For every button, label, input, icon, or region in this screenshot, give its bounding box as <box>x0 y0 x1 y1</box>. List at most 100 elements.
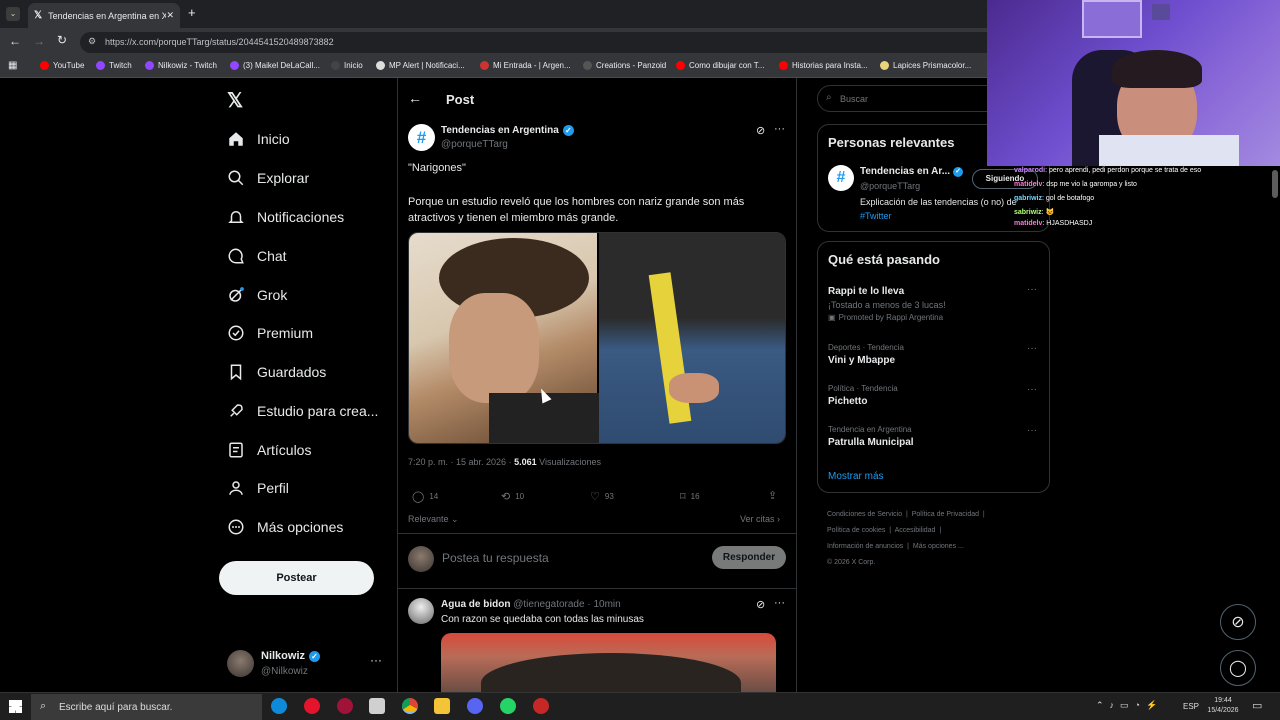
reply-input[interactable]: Postea tu respuesta <box>442 551 549 565</box>
back-arrow-icon[interactable]: ← <box>408 90 422 106</box>
footer-link[interactable]: Más opciones ... <box>913 543 964 550</box>
bookmark-mi-entrada[interactable]: Mi Entrada - | Argen... <box>480 61 571 70</box>
media-image-face[interactable] <box>409 233 599 443</box>
relevant-name[interactable]: Tendencias en Ar... <box>860 166 950 177</box>
post-media[interactable] <box>408 232 786 444</box>
bookmark-historias[interactable]: Historias para Insta... <box>779 61 868 70</box>
browser-tab[interactable]: 𝕏 Tendencias en Argentina en X: " ✕ <box>28 3 180 28</box>
clock[interactable]: 19:44 15/4/2026 <box>1205 696 1241 716</box>
sidebar-item-guardados[interactable]: Guardados <box>226 360 326 384</box>
sidebar-item-explorar[interactable]: Explorar <box>226 166 309 190</box>
bookmark-twitch[interactable]: Twitch <box>96 61 132 70</box>
chrome-icon[interactable] <box>402 698 418 714</box>
reply-author-handle[interactable]: @tienegatorade <box>513 599 584 610</box>
taskbar-search[interactable]: ⌕ Escribe aquí para buscar. <box>31 694 262 720</box>
account-switcher[interactable]: Nilkowiz ✓ @Nilkowiz ··· <box>227 649 387 679</box>
reply-time[interactable]: 10min <box>593 599 620 610</box>
system-tray-icons[interactable]: ⌃♪▭◔⚡ <box>1096 700 1163 711</box>
reply-media[interactable] <box>441 633 776 692</box>
more-dots-icon[interactable]: ··· <box>1027 284 1037 295</box>
sort-replies-dropdown[interactable]: Relevante ⌄ <box>408 514 459 525</box>
messages-fab[interactable]: ◯ <box>1220 650 1256 686</box>
bookmark-lapices[interactable]: Lapices Prismacolor... <box>880 61 971 70</box>
bookmark-action[interactable]: ⌑ 16 <box>680 490 700 503</box>
sidebar-item-articulos[interactable]: Artículos <box>226 438 311 462</box>
edge-icon[interactable] <box>271 698 287 714</box>
opera-gx-icon[interactable] <box>337 698 353 714</box>
tab-list-icon[interactable]: ⌄ <box>6 7 20 21</box>
scrollbar[interactable] <box>1272 166 1278 692</box>
footer-link[interactable]: Información de anuncios <box>827 543 903 550</box>
view-quotes-link[interactable]: Ver citas › <box>740 514 780 524</box>
grok-explain-icon[interactable]: ⊘ <box>756 124 765 137</box>
bookmark-mp-alert[interactable]: MP Alert | Notificaci... <box>376 61 465 70</box>
footer-link[interactable]: Condiciones de Servicio <box>827 511 902 518</box>
more-dots-icon[interactable]: ··· <box>1027 343 1037 354</box>
new-tab-button[interactable]: + <box>188 5 196 20</box>
store-icon[interactable] <box>369 698 385 714</box>
sidebar-item-estudio[interactable]: Estudio para crea... <box>226 399 378 423</box>
repost-action[interactable]: ⟲ 10 <box>501 490 524 503</box>
bookmark-dibujar[interactable]: Como dibujar con T... <box>676 61 764 70</box>
more-dots-icon[interactable]: ··· <box>774 123 785 135</box>
bookmark-panzoid[interactable]: Creations - Panzoid <box>583 61 666 70</box>
site-info-icon[interactable]: ⚙ <box>88 36 96 47</box>
more-dots-icon[interactable]: ··· <box>774 597 785 609</box>
x-logo-icon[interactable]: 𝕏 <box>227 88 243 113</box>
more-dots-icon[interactable]: ··· <box>370 653 382 667</box>
post-author-name[interactable]: Tendencias en Argentina <box>441 125 559 136</box>
like-action[interactable]: ♡ 93 <box>590 490 614 503</box>
sidebar-item-inicio[interactable]: Inicio <box>226 127 290 151</box>
sidebar-item-chat[interactable]: Chat <box>226 244 287 268</box>
footer-link[interactable]: Política de cookies <box>827 527 885 534</box>
trend-item[interactable]: Deportes · Tendencia Vini y Mbappe <box>828 343 904 366</box>
show-more-link[interactable]: Mostrar más <box>828 471 884 482</box>
grok-explain-icon[interactable]: ⊘ <box>756 598 765 611</box>
bookmark-inicio[interactable]: Inicio <box>331 61 363 70</box>
relevant-handle[interactable]: @porqueTTarg <box>860 181 920 191</box>
post-timestamp[interactable]: 7:20 p. m. · 15 abr. 2026 · <box>408 457 512 467</box>
footer-link[interactable]: Política de Privacidad <box>912 511 979 518</box>
sidebar-item-premium[interactable]: Premium <box>226 321 313 345</box>
reload-icon[interactable]: ↻ <box>57 33 67 47</box>
sidebar-item-grok[interactable]: Grok <box>226 283 287 307</box>
scrollbar-thumb[interactable] <box>1272 170 1278 198</box>
trend-item[interactable]: Tendencia en Argentina Patrulla Municipal <box>828 425 914 448</box>
opera-icon[interactable] <box>304 698 320 714</box>
sidebar-item-notificaciones[interactable]: Notificaciones <box>226 205 344 229</box>
media-image-tape[interactable] <box>599 233 785 443</box>
relevant-hashtag[interactable]: #Twitter <box>860 211 892 221</box>
relevant-avatar[interactable]: # <box>828 165 854 191</box>
url-field[interactable]: ⚙ https://x.com/porqueTTarg/status/20445… <box>80 32 1000 53</box>
back-icon[interactable]: ← <box>9 34 21 48</box>
close-tab-icon[interactable]: ✕ <box>166 10 174 21</box>
more-dots-icon[interactable]: ··· <box>1027 425 1037 436</box>
trend-item[interactable]: Rappi te lo lleva ¡Tostado a menos de 3 … <box>828 286 1040 322</box>
post-button[interactable]: Postear <box>219 561 374 595</box>
reply-author-name[interactable]: Agua de bidon <box>441 599 510 610</box>
language-indicator[interactable]: ESP <box>1183 702 1199 711</box>
bookmark-twitch-channel[interactable]: Nilkowiz - Twitch <box>145 61 217 70</box>
post-author-handle[interactable]: @porqueTTarg <box>441 139 508 150</box>
share-icon[interactable]: ⇪ <box>768 489 777 502</box>
reply-action[interactable]: ◯ 14 <box>412 490 438 503</box>
windows-start-icon[interactable] <box>9 700 22 713</box>
post-avatar[interactable]: # <box>408 124 435 151</box>
app-icon[interactable] <box>533 698 549 714</box>
forward-icon[interactable]: → <box>33 34 45 48</box>
discord-icon[interactable] <box>467 698 483 714</box>
whatsapp-icon[interactable] <box>500 698 516 714</box>
footer-link[interactable]: Accesibilidad <box>895 527 936 534</box>
sidebar-item-mas-opciones[interactable]: Más opciones <box>226 515 343 539</box>
bookmark-maikel[interactable]: (3) Maikel DeLaCall... <box>230 61 320 70</box>
reply-author-avatar[interactable] <box>408 598 434 624</box>
file-explorer-icon[interactable] <box>434 698 450 714</box>
grok-fab[interactable]: ⊘ <box>1220 604 1256 640</box>
notification-icon[interactable]: ▭ <box>1252 699 1262 712</box>
bookmark-youtube[interactable]: YouTube <box>40 61 84 70</box>
more-dots-icon[interactable]: ··· <box>1027 384 1037 395</box>
apps-icon[interactable]: ▦ <box>8 60 17 71</box>
reply-button[interactable]: Responder <box>712 546 786 569</box>
sidebar-item-perfil[interactable]: Perfil <box>226 476 289 500</box>
trend-item[interactable]: Política · Tendencia Pichetto <box>828 384 898 407</box>
